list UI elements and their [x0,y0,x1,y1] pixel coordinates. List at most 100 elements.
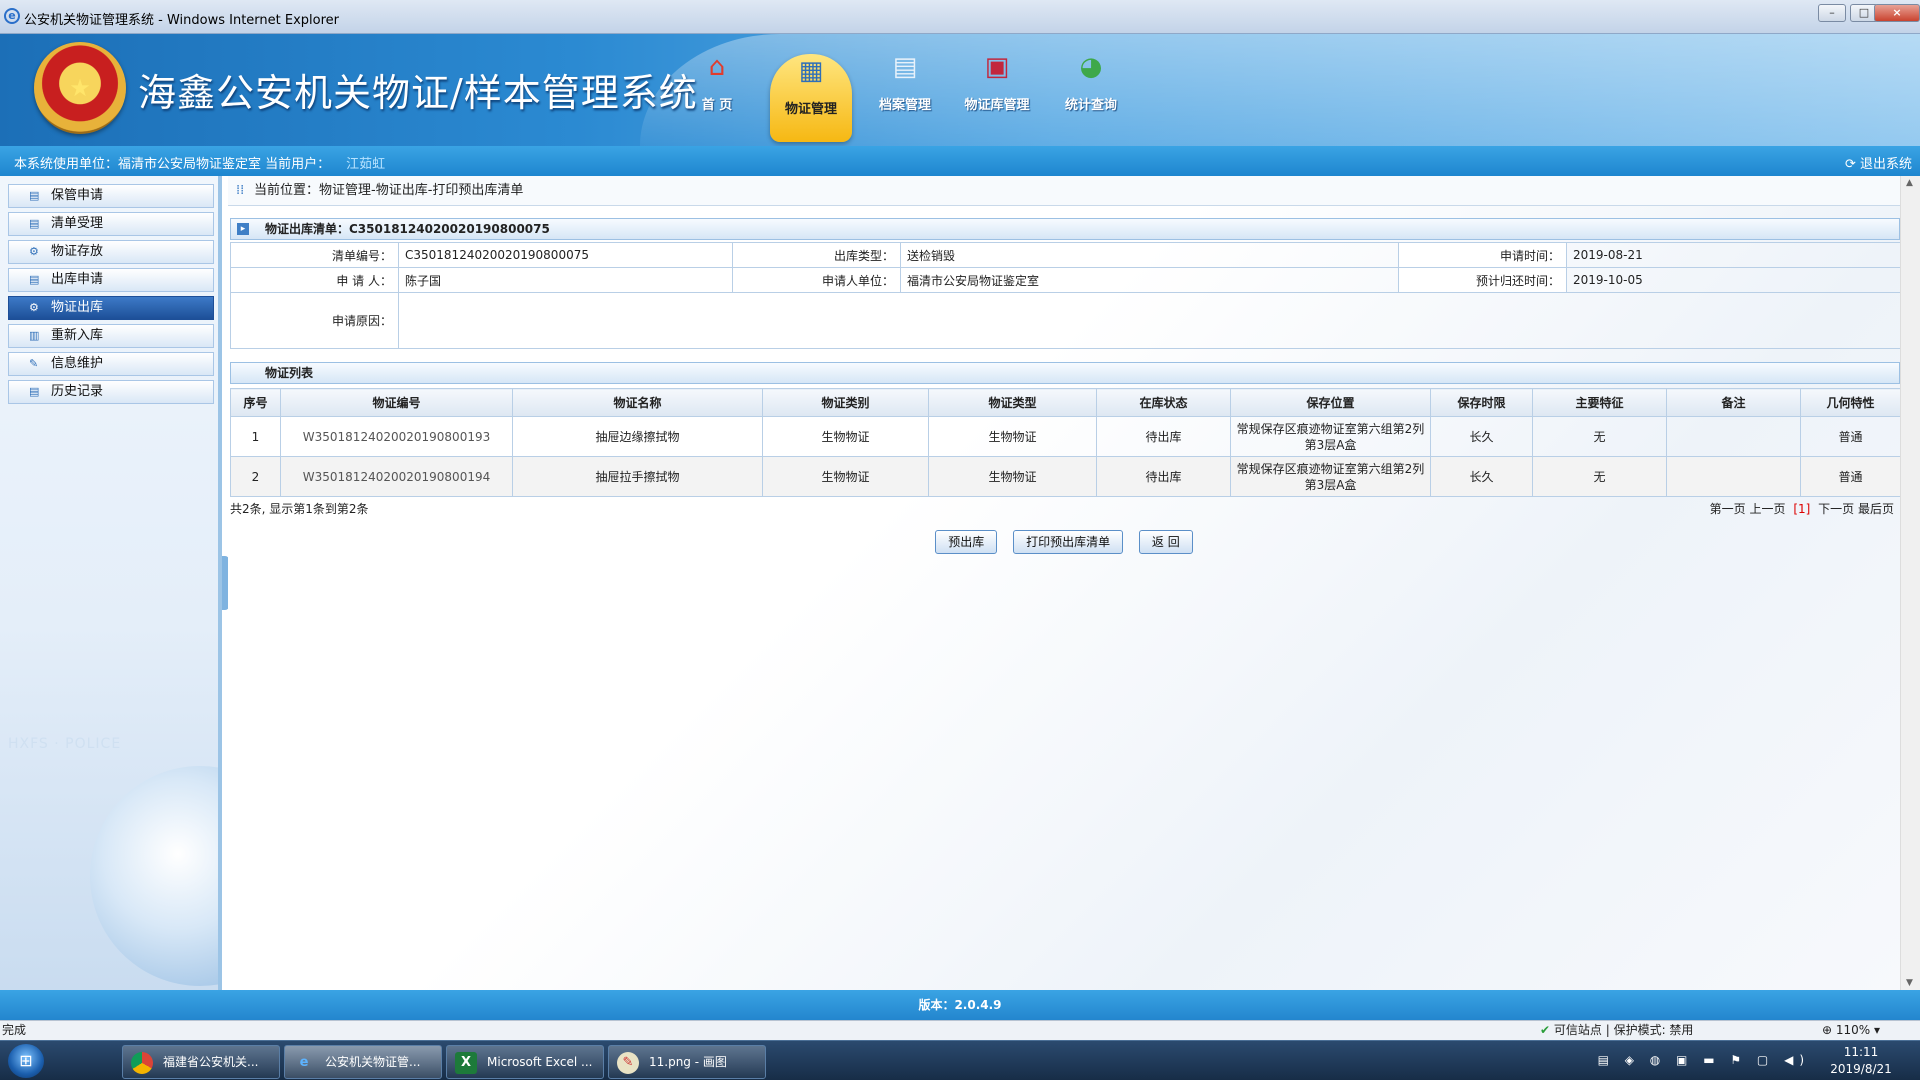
pagination: 共2条, 显示第1条到第2条 第一页 上一页 [1] 下一页 最后页 [230,498,1900,516]
applicant-unit-value: 福清市公安局物证鉴定室 [900,267,1399,293]
sidebar-item-info-maintenance[interactable]: ✎ 信息维护 [8,352,214,376]
nav-home[interactable]: ⌂ 首 页 [676,50,758,136]
sidebar-item-history[interactable]: ▤ 历史记录 [8,380,214,404]
column-header: 物证编号 [280,388,513,417]
column-header: 保存位置 [1230,388,1431,417]
next-page-link[interactable]: 下一页 [1818,502,1854,516]
taskbar: ⊞ 福建省公安机关... e 公安机关物证管... X Microsoft Exce… [0,1040,1920,1080]
nav-statistics[interactable]: ◕ 统计查询 [1050,50,1132,136]
taskbar-item-paint[interactable]: ✎ 11.png - 画图 [608,1045,766,1079]
chrome-icon [131,1052,153,1074]
print-button[interactable]: 打印预出库清单 [1013,530,1124,554]
expand-icon[interactable]: ▸ [237,223,249,235]
field-label: 清单编号： [230,242,399,268]
first-page-link[interactable]: 第一页 [1710,502,1746,516]
nav-archive-management[interactable]: ▤ 档案管理 [864,50,946,136]
power-icon: ⟳ [1844,157,1856,172]
back-button[interactable]: 返 回 [1138,530,1193,554]
nav-warehouse-management[interactable]: ▣ 物证库管理 [956,50,1038,136]
archive-icon: ▤ [892,52,918,82]
zoom-control[interactable]: ⊕ 110% ▾ [1822,1021,1880,1040]
list-no-value: C35018124020020190800075 [398,242,733,268]
sidebar: HXFS · POLICE ▤ 保管申请 ▤ 清单受理 ⚙ 物证存放 ▤ 出库申请 ⚙ 物… [0,176,222,990]
detail-table: 清单编号： C35018124020020190800075 出库类型： 送检销… [230,242,1901,349]
column-header: 主要特征 [1532,388,1667,417]
column-header: 物证类型 [928,388,1097,417]
sidebar-item-list-accept[interactable]: ▤ 清单受理 [8,212,214,236]
gear-icon: ⚙ [29,301,39,314]
document-icon: ▤ [29,189,40,202]
scroll-up-icon[interactable]: ▲ [1906,178,1913,188]
chart-icon: ◕ [1079,52,1103,82]
sidebar-item-evidence-out[interactable]: ⚙ 物证出库 [8,296,214,320]
window-title: 公安机关物证管理系统 - Windows Internet Explorer [24,13,339,28]
tray-icons: ▤ ◈ ◍ ▣ ▬ ⚑ ▢ ◀) [1597,1053,1810,1067]
police-emblem-logo: ★ [34,42,126,134]
column-header: 几何特性 [1800,388,1901,417]
security-zone: 可信站点 | 保护模式: 禁用 [1553,1023,1694,1037]
column-header: 物证类别 [762,388,929,417]
scroll-down-icon[interactable]: ▼ [1906,978,1913,988]
applicant-value: 陈子国 [398,267,733,293]
taskbar-item-chrome[interactable]: 福建省公安机关... [122,1045,280,1079]
reason-value [398,292,1901,349]
ie-icon: e [299,1055,309,1070]
excel-icon: X [455,1052,477,1074]
pre-out-button[interactable]: 预出库 [935,530,998,554]
field-label: 申 请 人： [230,267,399,293]
globe-decoration [90,766,218,986]
field-label: 申请人单位： [732,267,901,293]
record-summary: 共2条, 显示第1条到第2条 [230,502,369,516]
evidence-list-heading: 物证列表 [230,362,1900,384]
breadcrumb: ⁞⁞ 当前位置：物证管理-物证出库-打印预出库清单 [228,176,1900,206]
column-header: 备注 [1666,388,1801,417]
book-icon: ▥ [29,329,40,342]
document-icon: ▤ [29,217,40,230]
table-row[interactable]: 1 W35018124020020190800193 抽屉边缘擦拭物 生物物证 … [230,416,1901,457]
document-icon: ▤ [29,273,40,286]
prev-page-link[interactable]: 上一页 [1749,502,1785,516]
taskbar-item-ie[interactable]: e 公安机关物证管... [284,1045,442,1079]
last-page-link[interactable]: 最后页 [1858,502,1894,516]
sidebar-item-storage-request[interactable]: ▤ 保管申请 [8,184,214,208]
user-info-bar: 本系统使用单位：福清市公安局物证鉴定室 当前用户： 江茹虹 ⟳ 退出系统 [0,146,1920,176]
sidebar-item-out-request[interactable]: ▤ 出库申请 [8,268,214,292]
status-text: 完成 [2,1023,27,1037]
out-type-value: 送检销毁 [900,242,1399,268]
detail-heading: ▸ 物证出库清单：C35018124020020190800075 [230,218,1900,240]
paint-icon: ✎ [617,1052,639,1074]
window-title-bar: e 公安机关物证管理系统 - Windows Internet Explorer… [0,0,1920,34]
main-content: ⁞⁞ 当前位置：物证管理-物证出库-打印预出库清单 ▸ 物证出库清单：C3501… [228,176,1901,990]
document-icon: ▤ [29,385,40,398]
system-tray[interactable]: ▤ ◈ ◍ ▣ ▬ ⚑ ▢ ◀) [1598,1053,1810,1067]
action-buttons: 预出库 打印预出库清单 返 回 [228,530,1900,554]
version-text: 版本：2.0.4.9 [918,998,1002,1012]
footer: 版本：2.0.4.9 [0,990,1920,1020]
check-icon: ✔ [1540,1023,1551,1037]
current-user: 江茹虹 [346,157,386,172]
gear-icon: ⚙ [29,245,39,258]
zoom-icon: ⊕ [1822,1023,1833,1037]
clock-time: 11:11 [1843,1045,1879,1059]
close-button[interactable]: × [1874,4,1920,22]
minimize-button[interactable]: – [1818,4,1846,22]
start-button[interactable]: ⊞ [8,1044,44,1078]
field-label: 申请原因： [230,292,399,349]
column-header: 序号 [230,388,281,417]
vertical-scrollbar[interactable]: ▲ ▼ [1900,176,1920,990]
breadcrumb-icon: ⁞⁞ [236,183,245,198]
column-header: 物证名称 [512,388,763,417]
return-time-value: 2019-10-05 [1566,267,1901,293]
nav-evidence-management[interactable]: ▦ 物证管理 [770,54,852,142]
current-page: [1] [1793,502,1811,516]
sidebar-item-evidence-storage[interactable]: ⚙ 物证存放 [8,240,214,264]
browser-status-bar: 完成 ✔ 可信站点 | 保护模式: 禁用 ⊕ 110% ▾ [0,1020,1920,1040]
ie-icon: e [4,8,20,24]
taskbar-item-excel[interactable]: X Microsoft Excel ... [446,1045,604,1079]
table-row[interactable]: 2 W35018124020020190800194 抽屉拉手擦拭物 生物物证 … [230,456,1901,497]
home-icon: ⌂ [708,52,726,82]
clock[interactable]: 11:11 2019/8/21 [1816,1044,1906,1078]
column-header: 保存时限 [1430,388,1533,417]
logout-button[interactable]: ⟳ 退出系统 [1845,153,1912,172]
sidebar-item-re-storage[interactable]: ▥ 重新入库 [8,324,214,348]
